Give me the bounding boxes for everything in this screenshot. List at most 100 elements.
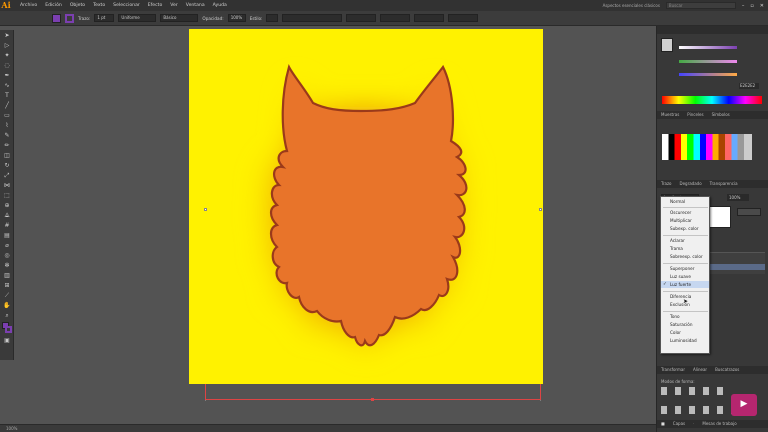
workspace-switcher[interactable]: Aspectos esenciales clásicos xyxy=(603,3,660,8)
blend-normal[interactable]: Normal xyxy=(670,199,685,204)
transform-x-field[interactable] xyxy=(346,14,377,22)
swatch-grid[interactable] xyxy=(662,134,752,160)
blend-hue[interactable]: Tono xyxy=(670,314,680,319)
zoom-icon[interactable]: ⌕ xyxy=(2,311,12,320)
paintbrush-icon[interactable]: ⌇ xyxy=(2,121,12,130)
menu-type[interactable]: Texto xyxy=(93,3,105,8)
blend-lighten[interactable]: Aclarar xyxy=(670,238,685,243)
stroke-weight-field[interactable]: 1 pt xyxy=(94,14,115,22)
tab-symbols[interactable]: Símbolos xyxy=(712,111,730,119)
mask-button[interactable] xyxy=(737,208,761,216)
shaper-icon[interactable]: ✎ xyxy=(2,131,12,140)
color-slider-r[interactable] xyxy=(679,46,737,49)
fox-head-artwork[interactable] xyxy=(189,29,543,384)
tab-swatches[interactable]: Muestras xyxy=(661,111,679,119)
type-tool-icon[interactable]: T xyxy=(2,91,12,100)
fill-swatch[interactable] xyxy=(52,13,61,23)
menu-effect[interactable]: Efecto xyxy=(148,3,162,8)
tab-transparency[interactable]: Transparencia xyxy=(710,180,738,188)
symbol-sprayer-icon[interactable]: ✻ xyxy=(2,261,12,270)
gradient-icon[interactable]: ▤ xyxy=(2,231,12,240)
menu-file[interactable]: Archivo xyxy=(20,3,37,8)
menu-object[interactable]: Objeto xyxy=(70,3,85,8)
fill-stroke-icon[interactable] xyxy=(2,321,12,335)
stroke-swatch[interactable] xyxy=(65,13,74,23)
hex-field[interactable]: E2E2E2 xyxy=(739,83,759,89)
search-input[interactable]: Buscar xyxy=(665,2,736,9)
free-transform-icon[interactable]: ⬚ xyxy=(2,191,12,200)
maximize-icon[interactable]: ▫ xyxy=(750,3,753,9)
color-slider-b[interactable] xyxy=(679,73,737,76)
close-icon[interactable]: ✕ xyxy=(760,3,764,9)
transform-y-field[interactable] xyxy=(380,14,411,22)
line-tool-icon[interactable]: ╱ xyxy=(2,101,12,110)
tab-stroke[interactable]: Trazo xyxy=(661,180,672,188)
blend-soft-light[interactable]: Luz suave xyxy=(670,274,691,279)
tab-pathfinder[interactable]: Buscatrazos xyxy=(715,366,739,374)
hand-icon[interactable]: ✋ xyxy=(2,301,12,310)
brush-definition[interactable]: Básico xyxy=(160,14,199,22)
shape-builder-icon[interactable]: ⊕ xyxy=(2,201,12,210)
blend-color[interactable]: Color xyxy=(670,330,681,335)
variable-width-profile[interactable]: Uniforme xyxy=(118,14,157,22)
lasso-icon[interactable]: ◌ xyxy=(2,61,12,70)
menu-help[interactable]: Ayuda xyxy=(213,3,227,8)
blend-screen[interactable]: Trama xyxy=(670,246,683,251)
blend-overlay[interactable]: Superponer xyxy=(670,266,694,271)
blend-darken[interactable]: Oscurecer xyxy=(670,210,691,215)
slice-icon[interactable]: ⟋ xyxy=(2,291,12,300)
blend-color-burn[interactable]: Subexp. color xyxy=(670,226,699,231)
menu-edit[interactable]: Edición xyxy=(45,3,62,8)
rectangle-tool-icon[interactable]: ▭ xyxy=(2,111,12,120)
direct-selection-icon[interactable]: ▷ xyxy=(2,41,12,50)
mesh-icon[interactable]: # xyxy=(2,221,12,230)
transparency-opacity-field[interactable]: 100% xyxy=(727,194,749,201)
scale-icon[interactable]: ⤢ xyxy=(2,171,12,180)
blend-saturation[interactable]: Saturación xyxy=(670,322,693,327)
pencil-icon[interactable]: ✏ xyxy=(2,141,12,150)
blend-difference[interactable]: Diferencia xyxy=(670,294,691,299)
magic-wand-icon[interactable]: ✦ xyxy=(2,51,12,60)
anchor-point[interactable] xyxy=(371,398,374,401)
color-swatch-preview[interactable] xyxy=(661,38,673,52)
transform-w-field[interactable] xyxy=(414,14,445,22)
eraser-icon[interactable]: ◫ xyxy=(2,151,12,160)
screen-mode-icon[interactable]: ▣ xyxy=(2,336,12,345)
menu-select[interactable]: Seleccionar xyxy=(113,3,140,8)
minimize-icon[interactable]: – xyxy=(742,3,745,9)
align-controls[interactable] xyxy=(282,14,343,22)
curvature-icon[interactable]: ∿ xyxy=(2,81,12,90)
tab-layers[interactable]: Capas xyxy=(673,420,685,428)
anchor-point[interactable] xyxy=(539,208,542,211)
tab-brushes[interactable]: Pinceles xyxy=(687,111,703,119)
layers-rows[interactable] xyxy=(707,252,765,274)
zoom-level[interactable]: 100% xyxy=(6,426,17,431)
perspective-icon[interactable]: ⟁ xyxy=(2,211,12,220)
color-slider-g[interactable] xyxy=(679,60,737,63)
tab-artboards[interactable]: Mesas de trabajo xyxy=(702,420,736,428)
opacity-field[interactable]: 100% xyxy=(227,14,246,22)
tab-gradient[interactable]: Degradado xyxy=(680,180,702,188)
eyedropper-icon[interactable]: ⌀ xyxy=(2,241,12,250)
color-spectrum[interactable] xyxy=(662,96,762,104)
anchor-point[interactable] xyxy=(204,208,207,211)
blend-multiply[interactable]: Multiplicar xyxy=(670,218,692,223)
pen-tool-icon[interactable]: ✒ xyxy=(2,71,12,80)
menu-window[interactable]: Ventana xyxy=(186,3,205,8)
artboard[interactable] xyxy=(189,29,543,384)
width-icon[interactable]: ⋈ xyxy=(2,181,12,190)
graph-icon[interactable]: ▥ xyxy=(2,271,12,280)
blend-hard-light[interactable]: Luz fuerte xyxy=(670,282,691,287)
graphic-style-picker[interactable] xyxy=(266,14,279,22)
tab-align[interactable]: Alinear xyxy=(693,366,707,374)
blend-icon[interactable]: ◎ xyxy=(2,251,12,260)
selection-tool-icon[interactable]: ➤ xyxy=(2,31,12,40)
selected-layer-row[interactable] xyxy=(707,264,765,270)
shape-modes-buttons[interactable] xyxy=(661,387,725,395)
blend-luminosity[interactable]: Luminosidad xyxy=(670,338,697,343)
rotate-icon[interactable]: ↻ xyxy=(2,161,12,170)
play-badge-icon[interactable]: ▶ xyxy=(731,394,757,416)
menu-view[interactable]: Ver xyxy=(170,3,178,8)
tab-transform[interactable]: Transformar xyxy=(661,366,685,374)
blend-color-dodge[interactable]: Sobreexp. color xyxy=(670,254,703,259)
